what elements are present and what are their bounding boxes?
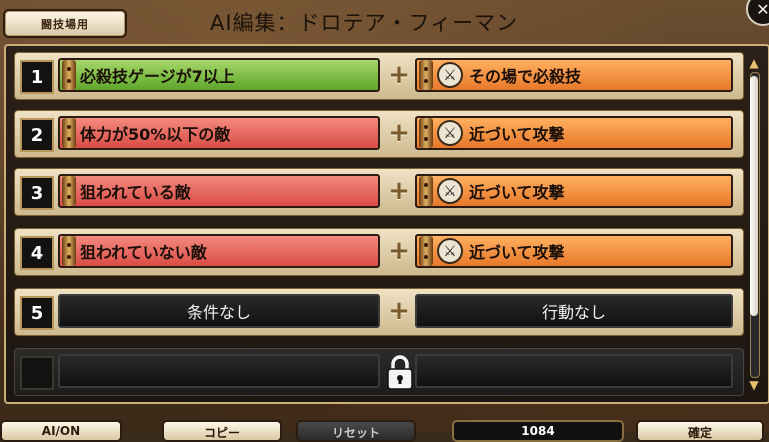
- condition-slot-locked: [58, 354, 380, 388]
- reset-button[interactable]: リセット: [296, 420, 416, 442]
- crossed-swords-icon: ⚔: [437, 238, 463, 264]
- plus-icon: +: [388, 118, 410, 148]
- rule-row-2[interactable]: 2 体力が50%以下の敵 + ⚔ 近づいて攻撃: [14, 110, 744, 158]
- action-label: 近づいて攻撃: [469, 243, 565, 262]
- drag-handle-icon[interactable]: [419, 118, 433, 148]
- mode-tag-label: 闘技場用: [41, 17, 89, 31]
- drag-handle-icon[interactable]: [419, 60, 433, 90]
- rule-row-5[interactable]: 5 条件なし + 行動なし: [14, 288, 744, 336]
- copy-label: コピー: [203, 426, 240, 440]
- plus-icon: +: [388, 296, 410, 326]
- condition-label: 狙われていない敵: [80, 243, 207, 262]
- row-number: 1: [20, 60, 54, 94]
- condition-button[interactable]: 条件なし: [58, 294, 380, 328]
- crossed-swords-icon: ⚔: [437, 120, 463, 146]
- copy-button[interactable]: コピー: [162, 420, 282, 442]
- action-button[interactable]: 行動なし: [415, 294, 733, 328]
- drag-handle-icon[interactable]: [419, 176, 433, 206]
- action-label: 行動なし: [541, 303, 606, 322]
- condition-button[interactable]: 狙われている敵: [58, 174, 380, 208]
- rule-row-locked: [14, 348, 744, 396]
- crossed-swords-icon: ⚔: [437, 62, 463, 88]
- drag-handle-icon[interactable]: [62, 236, 76, 266]
- scroll-down-icon[interactable]: ▼: [747, 378, 761, 392]
- drag-handle-icon[interactable]: [62, 176, 76, 206]
- action-label: 近づいて攻撃: [469, 125, 565, 144]
- condition-label: 条件なし: [186, 303, 251, 322]
- confirm-label: 確定: [687, 426, 712, 440]
- scroll-thumb[interactable]: [750, 76, 758, 316]
- cost-value: 1084: [521, 424, 555, 438]
- row-number: 3: [20, 176, 54, 210]
- page-title: AI編集：ドロテア・フィーマン: [210, 11, 519, 35]
- action-button[interactable]: ⚔ 近づいて攻撃: [415, 116, 733, 150]
- drag-handle-icon[interactable]: [62, 118, 76, 148]
- drag-handle-icon[interactable]: [62, 60, 76, 90]
- action-button[interactable]: ⚔ 近づいて攻撃: [415, 234, 733, 268]
- condition-label: 体力が50%以下の敵: [80, 125, 231, 144]
- condition-button[interactable]: 狙われていない敵: [58, 234, 380, 268]
- close-icon: ✕: [756, 0, 769, 19]
- mode-tag: 闘技場用: [3, 9, 127, 38]
- padlock-icon: [387, 355, 413, 390]
- action-label: 近づいて攻撃: [469, 183, 565, 202]
- action-label: その場で必殺技: [469, 67, 582, 86]
- plus-icon: +: [388, 176, 410, 206]
- action-button[interactable]: ⚔ 近づいて攻撃: [415, 174, 733, 208]
- plus-icon: +: [388, 60, 410, 90]
- action-button[interactable]: ⚔ その場で必殺技: [415, 58, 733, 92]
- row-number: 5: [20, 296, 54, 330]
- crossed-swords-icon: ⚔: [437, 178, 463, 204]
- ai-on-label: AI/ON: [41, 424, 81, 438]
- condition-label: 必殺技ゲージが7以上: [80, 67, 235, 86]
- condition-button[interactable]: 必殺技ゲージが7以上: [58, 58, 380, 92]
- confirm-button[interactable]: 確定: [636, 420, 764, 442]
- rule-row-4[interactable]: 4 狙われていない敵 + ⚔ 近づいて攻撃: [14, 228, 744, 276]
- condition-button[interactable]: 体力が50%以下の敵: [58, 116, 380, 150]
- row-number-empty: [20, 356, 54, 390]
- row-number: 2: [20, 118, 54, 152]
- action-slot-locked: [415, 354, 733, 388]
- scroll-up-icon[interactable]: ▲: [747, 56, 761, 70]
- reset-label: リセット: [331, 426, 380, 440]
- rule-row-3[interactable]: 3 狙われている敵 + ⚔ 近づいて攻撃: [14, 168, 744, 216]
- rule-row-1[interactable]: 1 必殺技ゲージが7以上 + ⚔ その場で必殺技: [14, 52, 744, 100]
- ai-on-button[interactable]: AI/ON: [0, 420, 122, 442]
- condition-label: 狙われている敵: [80, 183, 191, 202]
- cost-display: 1084: [452, 420, 624, 442]
- plus-icon: +: [388, 236, 410, 266]
- drag-handle-icon[interactable]: [419, 236, 433, 266]
- row-number: 4: [20, 236, 54, 270]
- ai-rules-panel: 1 必殺技ゲージが7以上 + ⚔ その場で必殺技 2 体力が50%以下の敵 + …: [4, 44, 769, 404]
- scrollbar[interactable]: ▲ ▼: [747, 56, 761, 392]
